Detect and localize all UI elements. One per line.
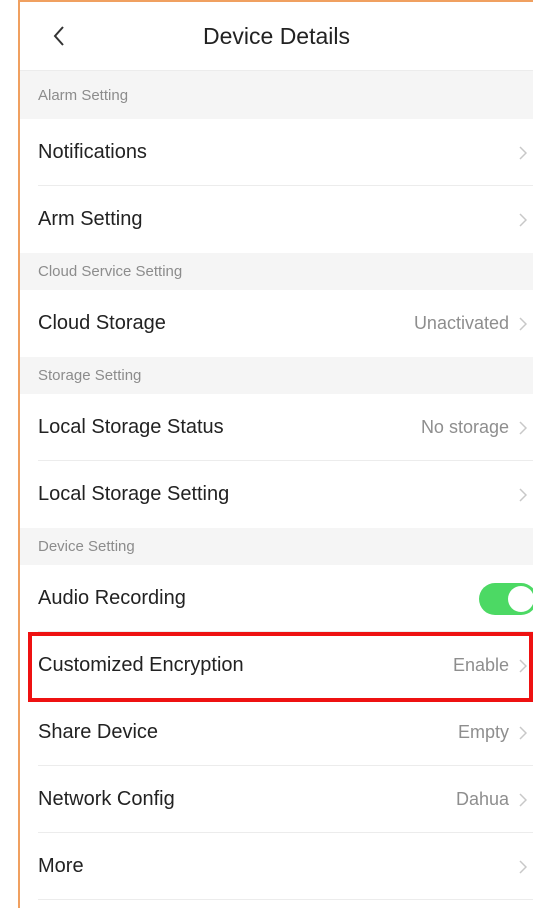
cloud-storage-row[interactable]: Cloud Storage Unactivated <box>20 290 533 357</box>
audio-recording-label: Audio Recording <box>38 587 186 609</box>
share-device-value: Empty <box>457 722 509 742</box>
share-device-label: Share Device <box>38 721 159 743</box>
chevron-right-icon <box>519 658 533 673</box>
customized-encryption-row[interactable]: Customized Encryption Enable <box>20 632 533 699</box>
header-bar: Device Details <box>20 2 533 71</box>
notifications-row[interactable]: Notifications <box>20 119 533 186</box>
chevron-right-icon <box>519 487 533 502</box>
local-storage-status-row[interactable]: Local Storage Status No storage <box>20 394 533 461</box>
chevron-right-icon <box>519 316 533 331</box>
chevron-right-icon <box>519 859 533 874</box>
customized-encryption-value: Enable <box>452 655 509 675</box>
chevron-right-icon <box>519 145 533 160</box>
local-storage-status-label: Local Storage Status <box>38 416 224 438</box>
chevron-right-icon <box>519 725 533 740</box>
chevron-right-icon <box>519 212 533 227</box>
section-header-storage: Storage Setting <box>20 357 533 394</box>
device-details-screen: Device Details Alarm Setting Notificatio… <box>18 0 533 908</box>
local-storage-setting-row[interactable]: Local Storage Setting <box>20 461 533 528</box>
network-config-label: Network Config <box>38 788 175 810</box>
local-storage-status-value: No storage <box>420 417 509 437</box>
audio-recording-row: Audio Recording <box>20 565 533 632</box>
section-header-alarm: Alarm Setting <box>20 71 533 119</box>
share-device-row[interactable]: Share Device Empty <box>20 699 533 766</box>
cloud-storage-value: Unactivated <box>413 313 509 333</box>
local-storage-setting-label: Local Storage Setting <box>38 483 230 505</box>
notifications-label: Notifications <box>38 141 147 163</box>
customized-encryption-label: Customized Encryption <box>38 654 244 676</box>
divider <box>38 899 533 900</box>
chevron-right-icon <box>519 792 533 807</box>
cloud-storage-label: Cloud Storage <box>38 312 166 334</box>
more-label: More <box>38 855 84 877</box>
more-row[interactable]: More <box>20 833 533 900</box>
section-header-cloud: Cloud Service Setting <box>20 253 533 290</box>
section-header-device: Device Setting <box>20 528 533 565</box>
audio-recording-toggle[interactable] <box>479 582 533 615</box>
page-title: Device Details <box>203 23 350 49</box>
network-config-value: Dahua <box>455 789 509 809</box>
arm-setting-label: Arm Setting <box>38 208 143 230</box>
network-config-row[interactable]: Network Config Dahua <box>20 766 533 833</box>
chevron-right-icon <box>519 420 533 435</box>
arm-setting-row[interactable]: Arm Setting <box>20 186 533 253</box>
toggle-knob <box>508 585 533 612</box>
